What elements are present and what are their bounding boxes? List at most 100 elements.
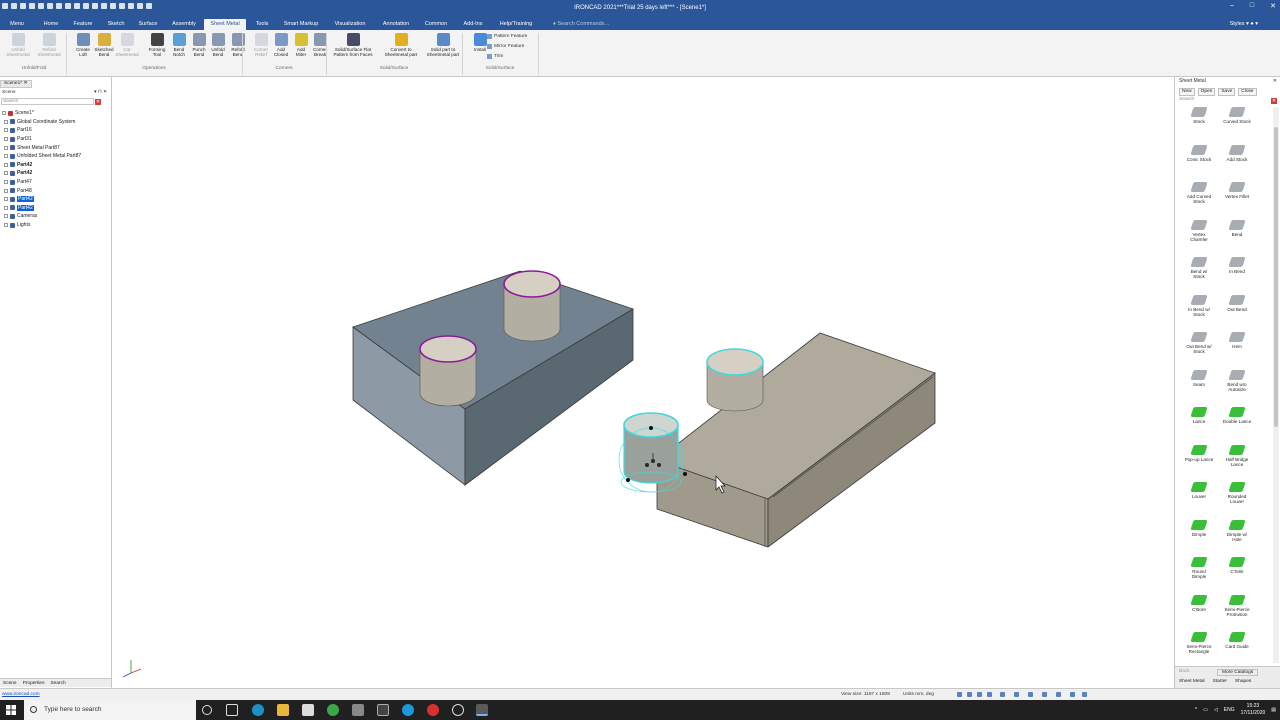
expand-icon[interactable] [4,128,8,133]
cut-sheetmetal-button[interactable]: Cut Sheetmetal [112,33,142,58]
grid-icon[interactable] [1082,692,1087,697]
network-icon[interactable]: ▭ [1203,707,1208,713]
solid-part-to-sheetmetal-part-button[interactable]: Solid part to Sheetmetal part [420,33,466,58]
camera-icon[interactable] [1042,692,1047,697]
help-icon[interactable]: ▾ ● ▾ [1246,21,1258,27]
tab-common[interactable]: Common [422,19,450,30]
right-block[interactable] [656,332,936,548]
tab-scene1[interactable]: Scene1* ✕ [0,80,32,88]
catalog-item-stock[interactable]: Stock [1179,107,1219,124]
tree-item[interactable]: Part42 [2,161,110,170]
file-explorer-icon[interactable] [277,704,289,716]
catalog-item-semi-pierce-protrusion[interactable]: Semi-Pierce Protrusion [1217,594,1257,618]
styles-button[interactable]: Styles ▾ ● ▾ [1230,19,1258,29]
clock[interactable]: 15:23 17/11/2020 [1241,703,1266,717]
catalog-tab-sheet-metal[interactable]: Sheet Metal [1179,679,1205,684]
tray-arrow-icon[interactable]: ^ [1195,707,1197,713]
expand-icon[interactable] [4,223,8,228]
catalog-item-louver[interactable]: Louver [1179,482,1219,499]
catalog-item-vertex-fillet[interactable]: Vertex Fillet [1217,182,1257,199]
catalog-item-vertex-chamfer[interactable]: Vertex Chamfer [1179,219,1219,243]
tree-item[interactable]: Cameras [2,212,110,221]
trim-button[interactable]: Trim [487,54,503,59]
left-cylinder-back[interactable] [503,270,561,342]
catalog-item-lance[interactable]: Lance [1179,407,1219,424]
catalog-tab-starter[interactable]: Starter [1213,679,1227,684]
unfold-sheetmetal-button[interactable]: Unfold Sheetmetal [3,33,33,58]
catalog-item-out-bend-w-stock[interactable]: Out Bend w/ Stock [1179,332,1219,355]
refold-sheetmetal-button[interactable]: Refold Sheetmetal [34,33,64,58]
catalog-item-dimple-w-hole[interactable]: Dimple w/ Hole [1217,519,1257,543]
catalog-clear-icon[interactable]: ✕ [1271,98,1277,104]
catalog-item-c-sink[interactable]: C'Sink [1217,557,1257,574]
tab-feature[interactable]: Feature [70,19,96,30]
tab-assembly[interactable]: Assembly [168,19,200,30]
render-mode-icon[interactable] [1014,692,1019,697]
app-icon-1[interactable] [352,704,364,716]
app-icon-3[interactable] [427,704,439,716]
taskbar-search-input[interactable]: Type here to search [24,700,196,720]
more-catalogs-button[interactable]: More Catalogs [1217,669,1259,676]
light-icon[interactable] [1056,692,1061,697]
expand-icon[interactable] [4,197,8,202]
tab-scene[interactable]: Scene [3,681,17,686]
catalog-item-rounded-louver[interactable]: Rounded Louver [1217,482,1257,505]
catalog-scrollbar[interactable] [1273,107,1279,663]
catalog-item-in-bend[interactable]: In Bend [1217,257,1257,274]
catalog-item-card-guide[interactable]: Card Guide [1217,632,1257,649]
tab-help-training[interactable]: Help/Training [495,19,537,30]
convert-to-sheetmetal-part-button[interactable]: Convert to Sheetmetal part [378,33,424,58]
left-block[interactable] [352,270,634,486]
catalog-item-seam[interactable]: Seam [1179,369,1219,387]
catalog-item-add-stock[interactable]: Add Stock [1217,144,1257,162]
close-icon[interactable]: ✕ [1270,2,1276,10]
catalog-close-icon[interactable]: ✕ [1273,77,1277,85]
catalog-search-input[interactable]: Search [1179,97,1269,104]
expand-icon[interactable] [4,188,8,193]
tree-item[interactable]: Global Coordinate System [2,118,110,127]
store-icon[interactable] [302,704,314,716]
tree-item[interactable]: Part16 [2,126,110,135]
catalog-item-c-bore[interactable]: C'Bore [1179,594,1219,612]
tab-visualization[interactable]: Visualization [330,19,370,30]
expand-icon[interactable] [4,162,8,167]
search-commands[interactable]: ♦ Search Commands... [553,19,609,29]
expand-icon[interactable] [2,111,6,116]
tree-item[interactable]: Part47 [2,178,110,187]
right-cylinder-back[interactable] [706,348,764,412]
mirror-feature-button[interactable]: Mirror Feature [487,44,524,49]
catalog-item-double-lance[interactable]: Double Lance [1217,407,1257,424]
tree-item[interactable]: Part42 [2,204,110,213]
expand-icon[interactable] [4,137,8,142]
zoom-out-icon[interactable] [967,692,972,697]
save-button[interactable]: Save [1218,88,1236,96]
catalog-item-bend-w-o-autosize[interactable]: Bend w/o Autosize [1217,369,1257,393]
measure-icon[interactable] [1070,692,1075,697]
catalog-item-curved-stock[interactable]: Curved Stock [1217,107,1257,124]
tab-smart-markup[interactable]: Smart Markup [280,19,322,30]
pattern-feature-button[interactable]: Pattern Feature [487,34,527,39]
expand-icon[interactable] [4,145,8,150]
back-button[interactable]: Back [1179,669,1190,674]
windows-start-icon[interactable] [6,705,16,715]
catalog-item-add-curved-stock[interactable]: Add Curved Stock [1179,182,1219,205]
clear-search-icon[interactable]: ✕ [95,99,101,105]
tree-item[interactable]: Scene1* [2,109,110,118]
tab-menu[interactable]: Menu [4,19,30,30]
expand-icon[interactable] [4,205,8,210]
close-button[interactable]: Close [1238,88,1257,96]
scene-svg[interactable] [113,77,1174,688]
zoom-in-icon[interactable] [957,692,962,697]
app-icon-2[interactable] [377,704,389,716]
catalog-item-hem[interactable]: Hem [1217,332,1257,349]
new-button[interactable]: New [1179,88,1195,96]
maximize-icon[interactable]: □ [1250,2,1254,10]
tab-add-ins[interactable]: Add-Ins [459,19,487,30]
orbit-icon[interactable] [987,692,992,697]
3d-viewport[interactable] [113,77,1174,688]
expand-icon[interactable] [4,214,8,219]
fit-view-icon[interactable] [977,692,982,697]
tree-item[interactable]: Part48 [2,186,110,195]
view-icon[interactable] [1000,692,1005,697]
edge-icon[interactable] [252,704,264,716]
